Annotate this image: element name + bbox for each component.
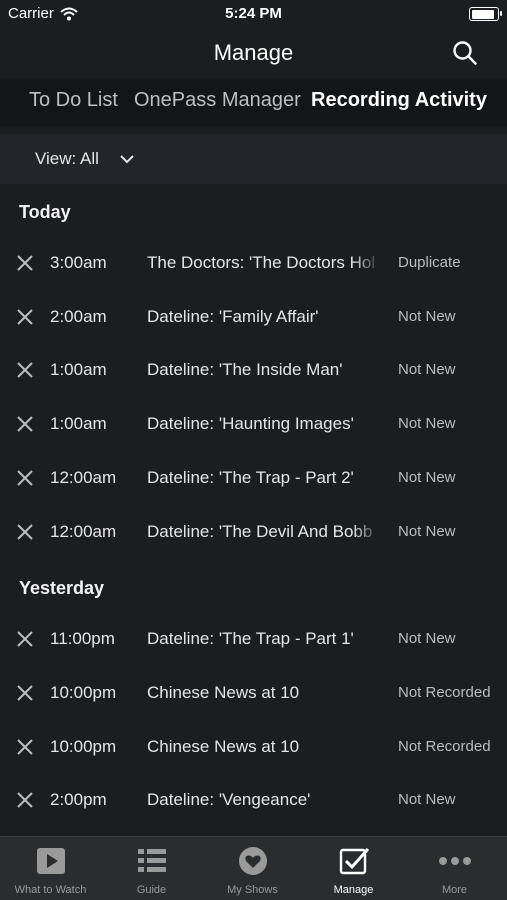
row-status: Not New	[398, 415, 456, 432]
row-time: 2:00pm	[50, 790, 107, 809]
close-icon[interactable]	[16, 791, 34, 809]
tab-manage[interactable]: Manage	[303, 837, 404, 900]
row-title: Dateline: 'Haunting Images'	[147, 414, 354, 433]
tab-label: My Shows	[227, 884, 278, 896]
segment-tabs: To Do List OnePass Manager Recording Act…	[0, 78, 507, 126]
guide-list-icon	[137, 849, 166, 872]
list-item[interactable]: 3:00am The Doctors: 'The Doctors Hol Dup…	[0, 237, 507, 291]
status-time: 5:24 PM	[225, 5, 282, 22]
tab-my-shows[interactable]: My Shows	[202, 837, 303, 900]
battery-icon	[469, 7, 502, 21]
checkbox-icon	[339, 848, 369, 875]
list-item[interactable]: 1:00am Dateline: 'The Inside Man' Not Ne…	[0, 344, 507, 398]
tab-recording-activity[interactable]: Recording Activity	[311, 89, 487, 112]
tab-guide[interactable]: Guide	[101, 837, 202, 900]
heart-icon	[238, 847, 267, 875]
row-title: Dateline: 'Family Affair'	[147, 307, 319, 326]
row-status: Not New	[398, 523, 456, 540]
tab-label: Guide	[136, 884, 167, 896]
row-title: Dateline: 'The Devil And Bobb	[147, 522, 373, 541]
row-title: Dateline: 'Vengeance'	[147, 790, 311, 809]
search-icon	[453, 41, 477, 65]
row-time: 12:00am	[50, 468, 117, 487]
close-icon[interactable]	[16, 308, 34, 326]
close-icon[interactable]	[16, 469, 34, 487]
row-status: Not Recorded	[398, 738, 491, 755]
bottom-tab-bar: What to Watch Guide My Shows Manage More	[0, 836, 507, 900]
row-status: Not New	[398, 791, 456, 808]
page-title: Manage	[213, 40, 294, 65]
view-filter-label: View: All	[35, 149, 99, 168]
view-filter[interactable]: View: All	[0, 134, 507, 184]
row-status: Not New	[398, 361, 456, 378]
row-time: 12:00am	[50, 522, 117, 541]
close-icon[interactable]	[16, 254, 34, 272]
row-time: 10:00pm	[50, 737, 117, 756]
row-status: Duplicate	[398, 254, 461, 271]
chevron-down-icon	[120, 155, 134, 164]
row-title: Chinese News at 10	[147, 683, 300, 702]
tab-onepass-manager[interactable]: OnePass Manager	[134, 89, 301, 112]
navigation-bar: Manage	[0, 28, 507, 78]
row-time: 3:00am	[50, 253, 107, 272]
list-item[interactable]: 11:00pm Dateline: 'The Trap - Part 1' No…	[0, 613, 507, 667]
list-item[interactable]: 1:00am Dateline: 'Haunting Images' Not N…	[0, 398, 507, 452]
row-time: 10:00pm	[50, 683, 117, 702]
row-status: Not Recorded	[398, 684, 491, 701]
list-item[interactable]: 10:00pm Chinese News at 10 Not Recorded	[0, 721, 507, 775]
tab-what-to-watch[interactable]: What to Watch	[0, 837, 101, 900]
row-time: 11:00pm	[50, 629, 115, 648]
recording-activity-list: Today 3:00am The Doctors: 'The Doctors H…	[0, 184, 507, 836]
section-header-yesterday: Yesterday	[19, 578, 105, 598]
row-title: Dateline: 'The Trap - Part 1'	[147, 629, 354, 648]
row-time: 1:00am	[50, 360, 107, 379]
close-icon[interactable]	[16, 684, 34, 702]
tab-label: Manage	[333, 884, 374, 896]
status-bar: Carrier 5:24 PM	[0, 0, 507, 28]
row-title: The Doctors: 'The Doctors Hol	[147, 253, 376, 272]
tab-more[interactable]: More	[404, 837, 505, 900]
more-dots-icon	[438, 857, 471, 865]
tab-label: More	[441, 884, 468, 896]
close-icon[interactable]	[16, 523, 34, 541]
row-time: 1:00am	[50, 414, 107, 433]
row-title: Dateline: 'The Inside Man'	[147, 360, 343, 379]
play-icon	[36, 848, 65, 874]
tab-label: What to Watch	[14, 884, 87, 896]
close-icon[interactable]	[16, 415, 34, 433]
row-status: Not New	[398, 469, 456, 486]
row-status: Not New	[398, 308, 456, 325]
close-icon[interactable]	[16, 630, 34, 648]
row-time: 2:00am	[50, 307, 107, 326]
list-item[interactable]: 12:00am Dateline: 'The Trap - Part 2' No…	[0, 452, 507, 506]
list-item[interactable]: 12:00am Dateline: 'The Devil And Bobb No…	[0, 506, 507, 560]
list-item[interactable]: 10:00pm Chinese News at 10 Not Recorded	[0, 667, 507, 721]
list-item[interactable]: 2:00am Dateline: 'Family Affair' Not New	[0, 291, 507, 345]
close-icon[interactable]	[16, 738, 34, 756]
close-icon[interactable]	[16, 361, 34, 379]
row-status: Not New	[398, 630, 456, 647]
row-title: Chinese News at 10	[147, 737, 300, 756]
search-button[interactable]	[451, 39, 479, 67]
list-item[interactable]: 2:00pm Dateline: 'Vengeance' Not New	[0, 774, 507, 828]
row-title: Dateline: 'The Trap - Part 2'	[147, 468, 354, 487]
tab-to-do-list[interactable]: To Do List	[29, 89, 118, 112]
section-header-today: Today	[19, 202, 71, 222]
